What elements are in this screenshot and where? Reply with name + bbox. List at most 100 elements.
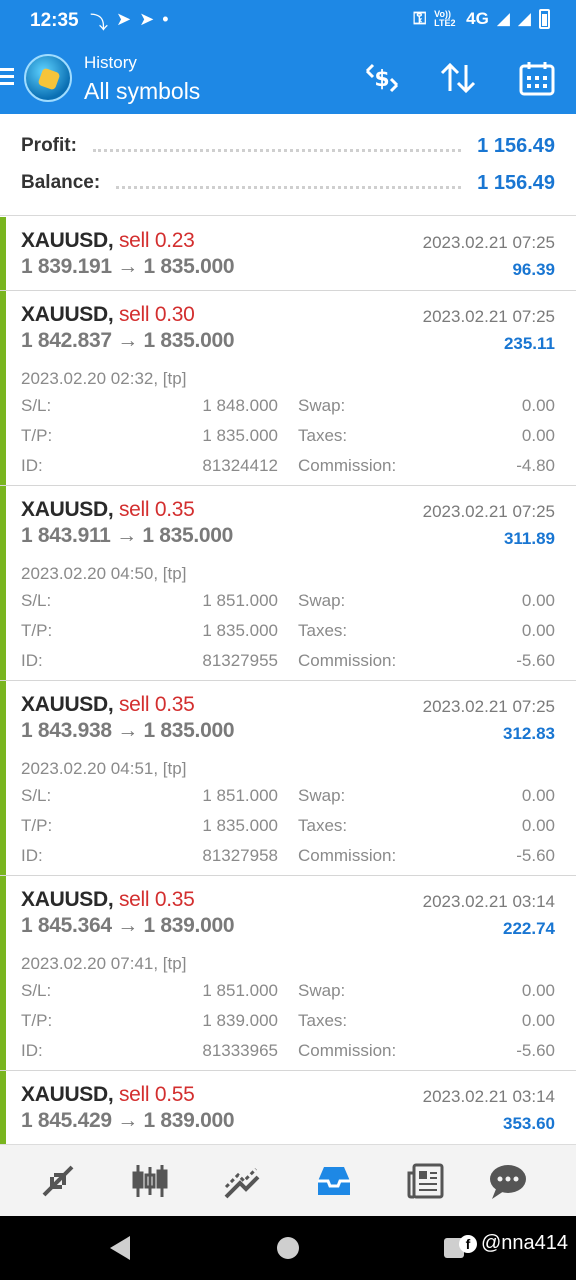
nav-chat[interactable] xyxy=(486,1159,530,1203)
tp-label: T/P: xyxy=(21,621,53,640)
trade-item[interactable]: XAUUSD, sell 0.35 1 845.364 → 1 839.000 … xyxy=(0,876,576,1071)
trade-item[interactable]: XAUUSD, sell 0.23 1 839.191 → 1 835.000 … xyxy=(0,217,576,291)
trade-item[interactable]: XAUUSD, sell 0.30 1 842.837 → 1 835.000 … xyxy=(0,291,576,486)
trade-title: XAUUSD, sell 0.35 xyxy=(21,888,195,912)
tp-label: T/P: xyxy=(21,426,53,445)
id-label: ID: xyxy=(21,651,43,670)
calendar-icon xyxy=(519,62,555,96)
home-icon[interactable] xyxy=(277,1237,299,1259)
commission-label: Commission: xyxy=(298,846,397,865)
trade-profit: 235.11 xyxy=(503,334,555,353)
trade-side: sell 0.35 xyxy=(118,498,195,521)
id-label: ID: xyxy=(21,1041,43,1060)
sl-label: S/L: xyxy=(21,786,52,805)
balance-label: Balance: xyxy=(21,172,101,193)
id-value: 81327958 xyxy=(202,846,278,865)
trade-accent-bar xyxy=(0,291,6,485)
tp-value: 1 835.000 xyxy=(202,426,278,445)
trade-title: XAUUSD, sell 0.30 xyxy=(21,303,195,327)
trade-prices: 1 842.837 → 1 835.000 xyxy=(21,329,235,352)
swap-label: Swap: xyxy=(298,786,346,805)
sl-label: S/L: xyxy=(21,981,52,1000)
trade-accent-bar xyxy=(0,486,6,680)
nav-news[interactable] xyxy=(404,1159,448,1203)
trade-prices: 1 843.938 → 1 835.000 xyxy=(21,719,235,742)
header-title[interactable]: All symbols xyxy=(84,78,200,105)
trade-open-info: 2023.02.20 04:50, [tp] xyxy=(21,564,187,583)
nav-quotes[interactable] xyxy=(36,1159,80,1203)
trade-profit: 96.39 xyxy=(512,260,555,279)
trade-detail-row: S/L: 1 851.000 Swap: 0.00 xyxy=(21,786,555,808)
sl-value: 1 848.000 xyxy=(202,396,278,415)
taxes-label: Taxes: xyxy=(298,621,348,640)
profit-row: Profit: 1 156.49 xyxy=(21,131,555,161)
trade-item[interactable]: XAUUSD, sell 0.35 1 843.911 → 1 835.000 … xyxy=(0,486,576,681)
trade-accent-bar xyxy=(0,217,6,290)
taxes-value: 0.00 xyxy=(521,426,555,445)
id-value: 81324412 xyxy=(202,456,278,475)
signal-icon: ◢ xyxy=(496,9,510,28)
signal-icon: ◢ xyxy=(517,9,531,28)
deposit-filter-button[interactable]: $ xyxy=(360,60,404,96)
profit-value: 1 156.49 xyxy=(477,134,555,157)
nav-trade[interactable] xyxy=(220,1159,264,1203)
swap-label: Swap: xyxy=(298,981,346,1000)
trade-profit: 222.74 xyxy=(503,919,555,938)
swap-value: 0.00 xyxy=(521,591,555,610)
trade-prices: 1 839.191 → 1 835.000 xyxy=(21,255,235,278)
menu-icon[interactable] xyxy=(0,68,14,86)
commission-value: -4.80 xyxy=(516,456,555,475)
commission-value: -5.60 xyxy=(516,1041,555,1060)
sort-button[interactable] xyxy=(436,60,480,96)
taxes-label: Taxes: xyxy=(298,816,348,835)
sl-value: 1 851.000 xyxy=(202,981,278,1000)
commission-label: Commission: xyxy=(298,456,397,475)
trade-profit: 353.60 xyxy=(503,1114,555,1133)
back-icon[interactable] xyxy=(110,1236,130,1260)
trade-close-time: 2023.02.21 07:25 xyxy=(422,697,555,716)
volte-label: Vo)) LTE2 xyxy=(434,9,456,28)
trade-profit: 312.83 xyxy=(503,724,555,743)
trade-prices: 1 845.429 → 1 839.000 xyxy=(21,1109,235,1132)
trade-title: XAUUSD, sell 0.35 xyxy=(21,498,195,522)
trade-detail-row: S/L: 1 851.000 Swap: 0.00 xyxy=(21,591,555,613)
trade-close-time: 2023.02.21 03:14 xyxy=(422,892,555,911)
commission-value: -5.60 xyxy=(516,651,555,670)
trade-prices: 1 843.911 → 1 835.000 xyxy=(21,524,234,547)
calendar-button[interactable] xyxy=(515,60,559,96)
id-label: ID: xyxy=(21,846,43,865)
trade-item[interactable]: XAUUSD, sell 0.55 1 845.429 → 1 839.000 … xyxy=(0,1071,576,1144)
sl-value: 1 851.000 xyxy=(202,591,278,610)
telegram-icon: ➤ xyxy=(116,9,132,29)
key-icon: ⚿ xyxy=(413,9,427,28)
id-label: ID: xyxy=(21,456,43,475)
trade-item[interactable]: XAUUSD, sell 0.35 1 843.938 → 1 835.000 … xyxy=(0,681,576,876)
status-time: 12:35 xyxy=(30,10,79,31)
trade-icon xyxy=(224,1167,260,1199)
status-right: ⚿ Vo)) LTE2 4G ◢ ◢ xyxy=(413,9,550,29)
trade-side: sell 0.55 xyxy=(118,1083,195,1106)
trade-detail-row: S/L: 1 851.000 Swap: 0.00 xyxy=(21,981,555,1003)
summary-panel: Profit: 1 156.49 Balance: 1 156.49 xyxy=(0,114,576,216)
svg-text:$: $ xyxy=(374,67,389,92)
trade-detail-row: T/P: 1 835.000 Taxes: 0.00 xyxy=(21,621,555,643)
trade-close-time: 2023.02.21 07:25 xyxy=(422,233,555,252)
swap-label: Swap: xyxy=(298,591,346,610)
taxes-label: Taxes: xyxy=(298,426,348,445)
nav-chart[interactable] xyxy=(128,1159,172,1203)
trade-title: XAUUSD, sell 0.23 xyxy=(21,229,195,253)
chat-icon xyxy=(490,1165,526,1199)
trade-side: sell 0.23 xyxy=(118,229,195,252)
tp-value: 1 839.000 xyxy=(202,1011,278,1030)
commission-label: Commission: xyxy=(298,651,397,670)
swap-value: 0.00 xyxy=(521,786,555,805)
trade-symbol: XAUUSD, xyxy=(21,229,114,252)
trade-symbol: XAUUSD, xyxy=(21,303,114,326)
nav-history[interactable] xyxy=(312,1159,356,1203)
notification-icons: ⤵ ➤ ➤ • xyxy=(90,9,169,35)
trade-side: sell 0.35 xyxy=(118,888,195,911)
dots-divider xyxy=(116,185,462,189)
trade-accent-bar xyxy=(0,681,6,875)
id-value: 81333965 xyxy=(202,1041,278,1060)
balance-value: 1 156.49 xyxy=(477,171,555,194)
